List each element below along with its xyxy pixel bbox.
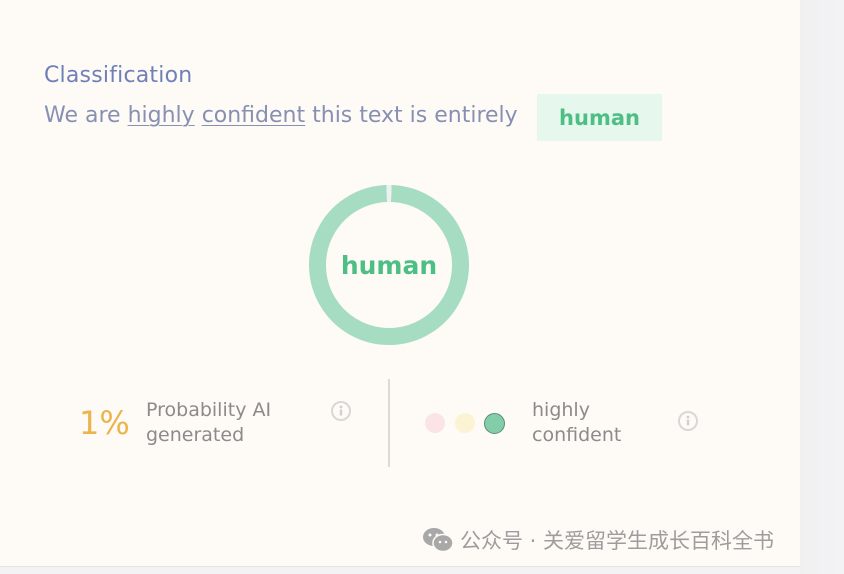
ai-probability-label-line1: Probability AI xyxy=(146,399,272,421)
info-icon[interactable] xyxy=(678,411,698,431)
confidence-label: highly confident xyxy=(532,398,621,448)
confidence-label-line1: highly xyxy=(532,399,590,421)
classification-heading: Classification xyxy=(44,63,193,88)
ai-probability-label: Probability AI generated xyxy=(146,398,271,448)
ai-probability-label-line2: generated xyxy=(146,424,245,446)
result-badge: human xyxy=(537,94,662,141)
donut-center-label: human xyxy=(340,250,438,280)
confidence-dot-low xyxy=(425,413,445,433)
confidence-dot-high xyxy=(484,413,505,434)
side-panel xyxy=(800,0,844,574)
watermark: 公众号 · 关爱留学生成长百科全书 xyxy=(422,525,774,555)
classification-card: Classification We are highly confident t… xyxy=(0,0,800,567)
watermark-text: 公众号 · 关爱留学生成长百科全书 xyxy=(460,529,775,553)
sentence-prefix: We are xyxy=(44,103,121,128)
sentence-suffix: this text is entirely xyxy=(312,103,518,128)
confidence-link-highly[interactable]: highly xyxy=(128,103,195,128)
confidence-dot-medium xyxy=(455,413,475,433)
info-icon[interactable] xyxy=(331,401,351,421)
confidence-link-confident[interactable]: confident xyxy=(202,103,305,128)
classification-sentence: We are highly confident this text is ent… xyxy=(44,103,518,128)
stats-divider xyxy=(388,379,390,467)
confidence-label-line2: confident xyxy=(532,424,622,446)
ai-probability-value: 1% xyxy=(79,404,130,442)
wechat-icon xyxy=(423,528,454,553)
